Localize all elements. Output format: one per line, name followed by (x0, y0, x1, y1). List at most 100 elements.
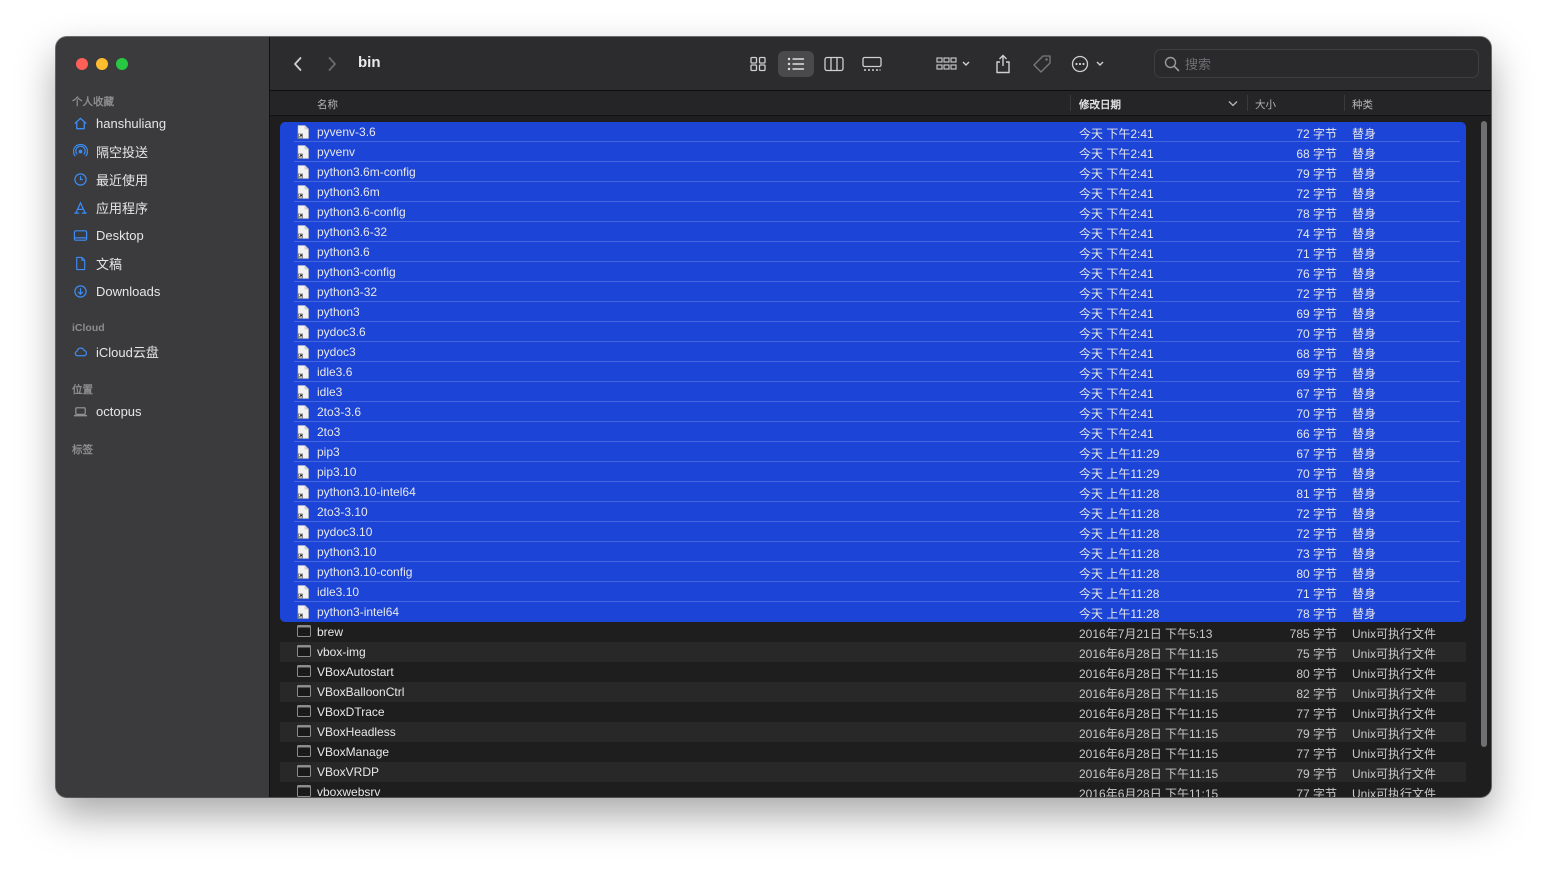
file-row[interactable]: brew 2016年7月21日 下午5:13 785 字节 Unix可执行文件 (280, 622, 1466, 642)
column-divider[interactable] (1344, 95, 1345, 111)
sidebar-item-label: 文稿 (96, 256, 123, 272)
file-name: python3-32 (317, 285, 378, 299)
file-kind: 替身 (1352, 347, 1377, 361)
alias-file-icon (297, 225, 309, 242)
file-row[interactable]: python3.10-config 今天 上午11:28 80 字节 替身 (280, 562, 1466, 582)
column-divider[interactable] (1247, 95, 1248, 111)
more-actions-button[interactable] (1070, 51, 1108, 77)
file-row[interactable]: python3-32 今天 下午2:41 72 字节 替身 (280, 282, 1466, 302)
column-header-date[interactable]: 修改日期 (1079, 97, 1121, 112)
sidebar-item-airdrop[interactable]: 隔空投送 (72, 140, 148, 162)
file-row[interactable]: pip3.10 今天 上午11:29 70 字节 替身 (280, 462, 1466, 482)
alias-file-icon (297, 165, 309, 182)
toolbar: bin 搜索 (270, 37, 1491, 91)
forward-button[interactable] (322, 51, 342, 77)
tag-icon (1033, 55, 1051, 73)
file-row[interactable]: python3.6m-config 今天 下午2:41 79 字节 替身 (280, 162, 1466, 182)
file-row[interactable]: vboxwebsrv 2016年6月28日 下午11:15 77 字节 Unix可执行… (280, 782, 1466, 797)
file-name: pip3.10 (317, 465, 357, 479)
file-row[interactable]: pyvenv-3.6 今天 下午2:41 72 字节 替身 (280, 122, 1466, 142)
file-name: VBoxBalloonCtrl (317, 685, 405, 699)
file-row[interactable]: pydoc3.6 今天 下午2:41 70 字节 替身 (280, 322, 1466, 342)
sidebar-item-label: octopus (96, 403, 142, 419)
file-date: 2016年7月21日 下午5:13 (1079, 627, 1213, 641)
file-name: pydoc3 (317, 345, 356, 359)
file-row[interactable]: VBoxBalloonCtrl 2016年6月28日 下午11:15 82 字节 Un… (280, 682, 1466, 702)
file-row[interactable]: pip3 今天 上午11:29 67 字节 替身 (280, 442, 1466, 462)
file-row[interactable]: VBoxHeadless 2016年6月28日 下午11:15 79 字节 Unix可… (280, 722, 1466, 742)
executable-file-icon (297, 665, 311, 680)
sidebar-item-octopus[interactable]: octopus (72, 400, 142, 422)
file-row[interactable]: idle3.10 今天 上午11:28 71 字节 替身 (280, 582, 1466, 602)
file-size: 72 字节 (1296, 287, 1337, 301)
file-row[interactable]: python3.6-config 今天 下午2:41 78 字节 替身 (280, 202, 1466, 222)
zoom-button[interactable] (116, 58, 128, 70)
share-button[interactable] (992, 51, 1014, 77)
file-kind: 替身 (1352, 487, 1377, 501)
file-size: 72 字节 (1296, 127, 1337, 141)
column-header-kind[interactable]: 种类 (1352, 97, 1373, 112)
file-row[interactable]: python3.6m 今天 下午2:41 72 字节 替身 (280, 182, 1466, 202)
file-size: 67 字节 (1296, 387, 1337, 401)
file-row[interactable]: VBoxVRDP 2016年6月28日 下午11:15 79 字节 Unix可执行文件 (280, 762, 1466, 782)
sidebar-section-tags: 标签 (72, 444, 93, 456)
column-divider[interactable] (1070, 95, 1071, 111)
file-row[interactable]: vbox-img 2016年6月28日 下午11:15 75 字节 Unix可执行文件 (280, 642, 1466, 662)
file-row[interactable]: idle3 今天 下午2:41 67 字节 替身 (280, 382, 1466, 402)
column-view-button[interactable] (818, 51, 850, 77)
vertical-scrollbar[interactable] (1481, 121, 1487, 747)
gallery-view-button[interactable] (856, 51, 888, 77)
file-row[interactable]: 2to3-3.10 今天 上午11:28 72 字节 替身 (280, 502, 1466, 522)
icon-view-button[interactable] (742, 51, 774, 77)
file-kind: 替身 (1352, 147, 1377, 161)
file-kind: 替身 (1352, 407, 1377, 421)
file-row[interactable]: python3.10 今天 上午11:28 73 字节 替身 (280, 542, 1466, 562)
file-row[interactable]: 2to3-3.6 今天 下午2:41 70 字节 替身 (280, 402, 1466, 422)
file-date: 今天 下午2:41 (1079, 327, 1154, 341)
file-row[interactable]: python3-intel64 今天 上午11:28 78 字节 替身 (280, 602, 1466, 622)
home-icon (72, 115, 89, 131)
sidebar-item-applications[interactable]: 应用程序 (72, 196, 148, 218)
sidebar-item-downloads[interactable]: Downloads (72, 280, 160, 302)
sidebar-item-icloud-drive[interactable]: iCloud云盘 (72, 340, 159, 362)
file-row[interactable]: python3-config 今天 下午2:41 76 字节 替身 (280, 262, 1466, 282)
search-field[interactable]: 搜索 (1154, 49, 1479, 78)
file-row[interactable]: idle3.6 今天 下午2:41 69 字节 替身 (280, 362, 1466, 382)
file-row[interactable]: pydoc3 今天 下午2:41 68 字节 替身 (280, 342, 1466, 362)
file-size: 785 字节 (1289, 627, 1337, 641)
sidebar-item-recents[interactable]: 最近使用 (72, 168, 148, 190)
close-button[interactable] (76, 58, 88, 70)
sidebar-item-documents[interactable]: 文稿 (72, 252, 122, 274)
group-by-button[interactable] (934, 51, 974, 77)
file-row[interactable]: python3.6-32 今天 下午2:41 74 字节 替身 (280, 222, 1466, 242)
file-row[interactable]: 2to3 今天 下午2:41 66 字节 替身 (280, 422, 1466, 442)
file-date: 今天 上午11:29 (1079, 447, 1160, 461)
file-row[interactable]: python3.6 今天 下午2:41 71 字节 替身 (280, 242, 1466, 262)
tag-button[interactable] (1030, 51, 1054, 77)
sidebar-item-home[interactable]: hanshuliang (72, 112, 166, 134)
back-button[interactable] (288, 51, 308, 77)
file-row[interactable]: python3 今天 下午2:41 69 字节 替身 (280, 302, 1466, 322)
file-row[interactable]: VBoxAutostart 2016年6月28日 下午11:15 80 字节 Unix… (280, 662, 1466, 682)
column-header-name[interactable]: 名称 (317, 97, 338, 112)
list-view-button[interactable] (778, 51, 814, 77)
column-header-size[interactable]: 大小 (1255, 97, 1276, 112)
file-row[interactable]: pyvenv 今天 下午2:41 68 字节 替身 (280, 142, 1466, 162)
group-icon (936, 57, 970, 70)
minimize-button[interactable] (96, 58, 108, 70)
file-size: 70 字节 (1296, 327, 1337, 341)
file-date: 今天 上午11:28 (1079, 567, 1160, 581)
file-row[interactable]: python3.10-intel64 今天 上午11:28 81 字节 替身 (280, 482, 1466, 502)
alias-file-icon (297, 465, 309, 482)
alias-file-icon (297, 525, 309, 542)
file-size: 72 字节 (1296, 527, 1337, 541)
file-row[interactable]: VBoxDTrace 2016年6月28日 下午11:15 77 字节 Unix可执行… (280, 702, 1466, 722)
file-date: 今天 下午2:41 (1079, 127, 1154, 141)
sidebar-item-desktop[interactable]: Desktop (72, 224, 144, 246)
finder-window: 个人收藏 hanshuliang 隔空投送 最近使用 应用程序 Desktop … (56, 37, 1491, 797)
file-row[interactable]: pydoc3.10 今天 上午11:28 72 字节 替身 (280, 522, 1466, 542)
file-kind: 替身 (1352, 567, 1377, 581)
file-date: 今天 下午2:41 (1079, 267, 1154, 281)
file-kind: 替身 (1352, 387, 1377, 401)
file-row[interactable]: VBoxManage 2016年6月28日 下午11:15 77 字节 Unix可执行… (280, 742, 1466, 762)
